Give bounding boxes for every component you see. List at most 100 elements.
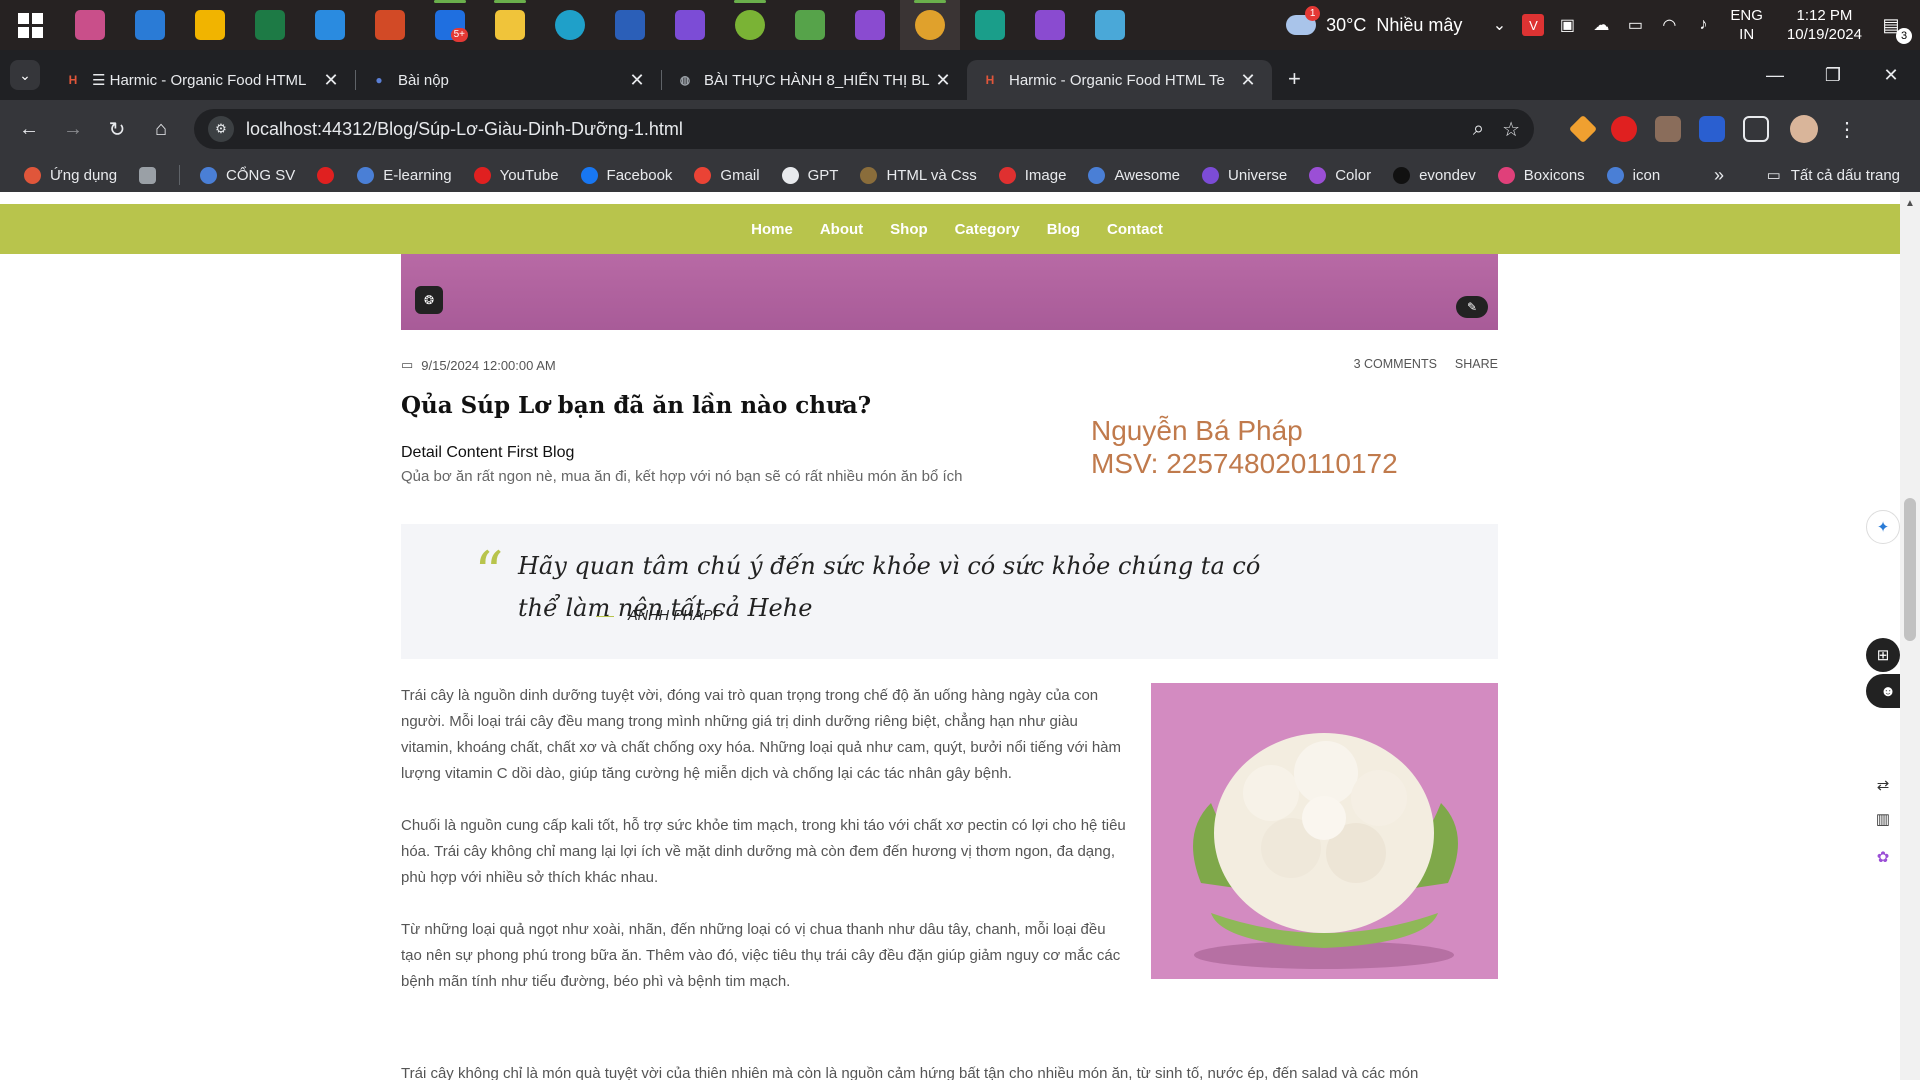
taskbar-vscode[interactable] xyxy=(300,0,360,50)
taskbar-file-explorer[interactable] xyxy=(480,0,540,50)
forward-button[interactable]: → xyxy=(56,112,90,146)
scrollbar-thumb[interactable] xyxy=(1904,498,1916,641)
taskbar-snip-tool-green[interactable] xyxy=(720,0,780,50)
weather-widget[interactable]: 1 30°C Nhiều mây xyxy=(1286,6,1462,36)
lens-icon[interactable]: ❂ xyxy=(415,286,443,314)
bookmark-item[interactable] xyxy=(139,166,165,184)
bookmark-item[interactable]: Awesome xyxy=(1088,166,1180,184)
brain-tool-icon[interactable]: ✿ xyxy=(1866,840,1900,874)
all-bookmarks[interactable]: ▭ Tất cả dấu trang xyxy=(1767,158,1900,192)
reload-button[interactable]: ↻ xyxy=(100,112,134,146)
notification-center-button[interactable]: ▤ 3 xyxy=(1876,10,1912,44)
bookmark-item[interactable]: Gmail xyxy=(694,166,760,184)
browser-tab[interactable]: H ☰ Harmic - Organic Food HTML ✕ xyxy=(50,60,355,100)
adblock-extension-icon[interactable] xyxy=(1611,116,1637,142)
translate-tool-icon[interactable]: ⇄ xyxy=(1866,768,1900,802)
menu-kebab-icon[interactable]: ⋮ xyxy=(1830,112,1864,146)
taskbar-microsoft-store[interactable] xyxy=(180,0,240,50)
taskbar-mail[interactable] xyxy=(120,0,180,50)
volume-icon[interactable]: ♪ xyxy=(1692,14,1714,36)
bookmark-item[interactable]: icon xyxy=(1606,166,1660,184)
bookmark-item[interactable]: HTML và Css xyxy=(860,166,977,184)
nav-about[interactable]: About xyxy=(820,221,863,238)
taskbar-visual-studio-preview-2[interactable] xyxy=(1020,0,1080,50)
address-bar[interactable]: ⚙ localhost:44312/Blog/Súp-Lơ-Giàu-Dinh-… xyxy=(194,109,1534,149)
profile-avatar[interactable] xyxy=(1790,115,1818,143)
wifi-icon[interactable]: ◠ xyxy=(1658,14,1680,36)
bookmark-item[interactable] xyxy=(317,166,343,184)
taskbar-zalo[interactable]: 5+ xyxy=(420,0,480,50)
bookmark-item[interactable]: Color xyxy=(1309,166,1372,184)
tab-close-icon[interactable]: ✕ xyxy=(321,70,341,91)
bookmark-item[interactable]: Facebook xyxy=(580,166,672,184)
reader-tool-icon[interactable]: ▥ xyxy=(1866,802,1900,836)
taskbar-snipping-tool[interactable] xyxy=(60,0,120,50)
tab-close-icon[interactable]: ✕ xyxy=(627,70,647,91)
pen-extension-icon[interactable] xyxy=(1568,114,1598,144)
taskbar-excel[interactable] xyxy=(240,0,300,50)
language-indicator[interactable]: ENG IN xyxy=(1730,6,1763,44)
clock[interactable]: 1:12 PM 10/19/2024 xyxy=(1787,6,1862,44)
taskbar-paint[interactable] xyxy=(1080,0,1140,50)
zoom-icon[interactable]: ⌕ xyxy=(1473,118,1484,141)
nav-home[interactable]: Home xyxy=(751,221,793,238)
taskbar-word[interactable] xyxy=(600,0,660,50)
grid-extension-icon[interactable] xyxy=(1655,116,1681,142)
tab-close-icon[interactable]: ✕ xyxy=(1238,70,1258,91)
bookmark-item[interactable]: evondev xyxy=(1393,166,1476,184)
bookmark-item[interactable]: Image xyxy=(998,166,1066,184)
bookmark-item[interactable]: GPT xyxy=(781,166,838,184)
taskbar-visual-studio[interactable] xyxy=(660,0,720,50)
scroll-up-arrow-icon[interactable]: ▲ xyxy=(1905,198,1915,209)
bookmark-item[interactable]: E-learning xyxy=(357,166,452,184)
translate-extension-icon[interactable] xyxy=(1699,116,1725,142)
paragraph-2: Chuối là nguồn cung cấp kali tốt, hỗ trợ… xyxy=(401,817,1126,886)
bookmark-item[interactable]: YouTube xyxy=(473,166,559,184)
taskbar-git-kraken[interactable] xyxy=(960,0,1020,50)
share-link[interactable]: SHARE xyxy=(1455,357,1498,371)
new-tab-button[interactable]: + xyxy=(1288,66,1301,92)
bookmark-item[interactable]: CỔNG SV xyxy=(200,166,295,184)
url-text[interactable]: localhost:44312/Blog/Súp-Lơ-Giàu-Dinh-Dư… xyxy=(246,119,1455,140)
bookmark-label: Color xyxy=(1335,166,1372,184)
puzzle-extensions-icon[interactable] xyxy=(1743,116,1769,142)
browser-tab[interactable]: ◍ BÀI THỰC HÀNH 8_HIỂN THỊ BL ✕ xyxy=(662,60,967,100)
onedrive-icon[interactable]: ☁ xyxy=(1590,14,1612,36)
bookmark-item[interactable]: Universe xyxy=(1202,166,1287,184)
back-button[interactable]: ← xyxy=(12,112,46,146)
start-button[interactable] xyxy=(0,0,60,50)
browser-tab[interactable]: ● Bài nộp ✕ xyxy=(356,60,661,100)
zalo-badge: 5+ xyxy=(450,28,468,42)
restore-button[interactable]: ❐ xyxy=(1804,50,1862,100)
browser-tab-bar: ⌄ H ☰ Harmic - Organic Food HTML ✕ ● Bài nộp… xyxy=(0,50,1920,100)
droplet-tool-icon[interactable]: ✦ xyxy=(1866,510,1900,544)
taskbar-check-app[interactable] xyxy=(780,0,840,50)
chevron-up-icon[interactable]: ⌄ xyxy=(1488,14,1510,36)
minimize-button[interactable]: — xyxy=(1746,50,1804,100)
vivaldi-icon[interactable]: V xyxy=(1522,14,1545,36)
nav-blog[interactable]: Blog xyxy=(1047,221,1080,238)
bookmark-star-icon[interactable]: ☆ xyxy=(1502,117,1520,142)
home-button[interactable]: ⌂ xyxy=(144,112,178,146)
site-info-icon[interactable]: ⚙ xyxy=(208,116,234,142)
nav-category[interactable]: Category xyxy=(955,221,1020,238)
page-scrollbar[interactable]: ▲ xyxy=(1900,192,1920,1080)
tab-close-icon[interactable]: ✕ xyxy=(933,70,953,91)
bookmark-item[interactable]: Ứng dụng xyxy=(24,166,117,184)
bookmark-item[interactable]: Boxicons xyxy=(1497,166,1585,184)
nav-shop[interactable]: Shop xyxy=(890,221,928,238)
taskbar-visual-studio-preview[interactable] xyxy=(840,0,900,50)
more-bookmarks-icon[interactable]: » xyxy=(1714,158,1724,192)
nav-contact[interactable]: Contact xyxy=(1107,221,1163,238)
comments-link[interactable]: 3 COMMENTS xyxy=(1354,357,1437,371)
taskbar-edge[interactable] xyxy=(540,0,600,50)
taskbar-chrome[interactable] xyxy=(900,0,960,50)
taskbar-powerpoint[interactable] xyxy=(360,0,420,50)
close-window-button[interactable]: ✕ xyxy=(1862,50,1920,100)
meet-icon[interactable]: ▣ xyxy=(1556,14,1578,36)
tab-search-button[interactable]: ⌄ xyxy=(10,60,40,90)
magic-wand-icon[interactable]: ✎ xyxy=(1456,296,1488,318)
battery-icon[interactable]: ▭ xyxy=(1624,14,1646,36)
browser-tab[interactable]: H Harmic - Organic Food HTML Te ✕ xyxy=(967,60,1272,100)
apps-grid-icon[interactable]: ⊞ xyxy=(1866,638,1900,672)
